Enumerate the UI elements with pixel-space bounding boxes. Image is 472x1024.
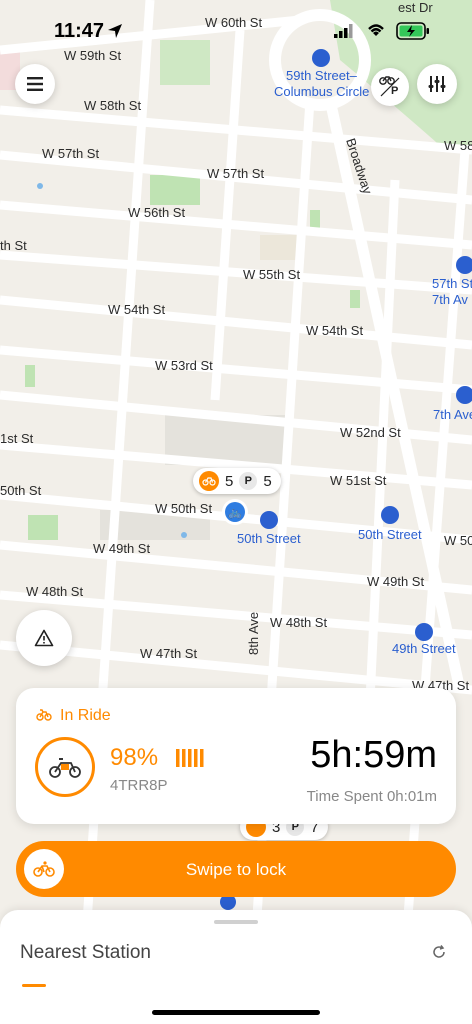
filter-button[interactable] (417, 64, 457, 104)
street-label-w55: W 55th St (243, 267, 300, 282)
nearest-station-sheet[interactable]: Nearest Station (0, 910, 472, 1024)
transit-label-7th-ave: 7th Ave (433, 407, 472, 422)
street-label-w56: W 56th St (128, 205, 185, 220)
street-label-50th: 50th St (0, 483, 42, 498)
subway-icon (381, 506, 399, 524)
transit-label-50th-b: 50th Street (358, 527, 422, 542)
battery-charging-icon (396, 22, 429, 40)
transit-label-columbus: Columbus Circle (274, 84, 369, 99)
bike-parking-toggle-button[interactable]: P (371, 68, 409, 106)
wifi-icon (368, 24, 384, 36)
street-label-w54: W 54th St (108, 302, 165, 317)
bike-parking-icon (379, 76, 400, 97)
street-label-w51: W 51st St (330, 473, 387, 488)
street-label-w58: W 58th St (84, 98, 141, 113)
clock: 11:47 (54, 20, 105, 42)
street-label-th: th St (0, 238, 27, 253)
street-label-w48: W 48th St (26, 584, 83, 599)
street-label-w57: W 57th St (42, 146, 99, 161)
swipe-label: Swipe to lock (185, 860, 287, 879)
park-block (310, 210, 320, 228)
refresh-icon[interactable] (432, 945, 446, 959)
home-indicator (152, 1010, 320, 1015)
transit-label-59th: 59th Street– (286, 68, 358, 83)
parking-label: P (391, 85, 399, 97)
street-label-w48b: W 48th St (270, 615, 327, 630)
street-label-w58-edge: W 58 (444, 138, 472, 153)
street-label-w57b: W 57th St (207, 166, 264, 181)
swipe-to-lock-slider[interactable]: Swipe to lock (16, 841, 456, 897)
park-block (25, 365, 35, 387)
street-label-w50: W 50th St (155, 501, 212, 516)
ride-status-label: In Ride (60, 707, 111, 724)
street-label-w49: W 49th St (93, 541, 150, 556)
sliders-icon (428, 76, 446, 92)
street-label-w53: W 53rd St (155, 358, 213, 373)
transit-label-7th-av: 7th Av (432, 292, 468, 307)
report-issue-button[interactable] (16, 610, 72, 666)
street-label-w52: W 52nd St (340, 425, 401, 440)
scooter-avatar (35, 737, 95, 797)
park-block (350, 290, 360, 308)
cellular-signal-icon (334, 24, 353, 38)
street-label-8th-ave: 8th Ave (246, 612, 261, 655)
tab-indicator (22, 984, 46, 987)
street-label-w54b: W 54th St (306, 323, 363, 338)
time-spent: Time Spent 0h:01m (306, 788, 437, 805)
bike-count-icon (199, 471, 219, 491)
transit-label-49th: 49th Street (392, 641, 456, 656)
sheet-title: Nearest Station (20, 942, 151, 963)
map-block (260, 235, 300, 260)
parking-icon: P (239, 472, 258, 490)
warning-icon (34, 629, 54, 647)
transit-label-57th: 57th St (432, 276, 472, 291)
location-arrow-icon (108, 24, 122, 38)
park-block (28, 515, 58, 540)
bike-icon (36, 709, 52, 721)
street-label-1st: 1st St (0, 431, 34, 446)
battery-percentage: 98% (110, 744, 159, 771)
water-feature (181, 532, 187, 538)
street-label-w49b: W 49th St (367, 574, 424, 589)
station-marker[interactable]: 5 P 5 (193, 468, 281, 494)
battery-level-icon (176, 749, 204, 767)
subway-icon (260, 511, 278, 529)
hamburger-icon (27, 77, 43, 91)
station-parking-count: 5 (263, 472, 272, 490)
water-feature (37, 183, 43, 189)
subway-icon (415, 623, 433, 641)
ride-status-card[interactable]: In Ride 98% 4TRR8P 5h:59m Time Spent 0h:… (16, 688, 456, 824)
ebike-icon (49, 758, 81, 778)
status-bar: 11:47 (0, 0, 472, 52)
ride-duration: 5h:59m (310, 734, 437, 776)
street-label-w47: W 47th St (140, 646, 197, 661)
street-label-w50-edge: W 50 (444, 533, 472, 548)
sheet-grabber[interactable] (214, 920, 258, 924)
svg-text:🚲: 🚲 (228, 506, 242, 519)
station-bike-count: 5 (225, 472, 234, 490)
menu-button[interactable] (15, 64, 55, 104)
transit-label-50th-a: 50th Street (237, 531, 301, 546)
bike-id: 4TRR8P (110, 777, 168, 794)
park-block (150, 175, 200, 205)
